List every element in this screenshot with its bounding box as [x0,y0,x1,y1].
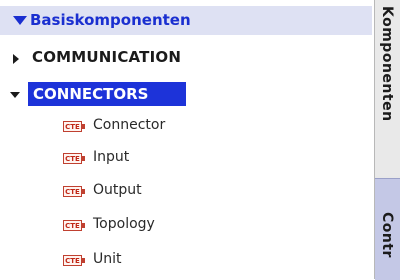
tree-item-label: Connector [93,117,166,133]
tree-node-connectors[interactable]: CONNECTORS [0,80,372,110]
expand-arrow-icon[interactable] [13,54,19,64]
selected-highlight[interactable]: CONNECTORS [28,82,186,106]
cte-block-icon: CTE [63,255,85,266]
tree-node-communication[interactable]: COMMUNICATION [0,43,372,73]
tree-item-topology[interactable]: CTE Topology [0,211,372,241]
collapse-arrow-icon[interactable] [10,92,20,98]
tree-item-label: Topology [93,216,155,232]
tree-item-label: Unit [93,251,122,267]
tree-item-unit[interactable]: CTE Unit [0,246,372,276]
tree-item-connector[interactable]: CTE Connector [0,112,372,142]
vertical-tab-strip: Komponenten Contr [374,0,400,280]
cte-block-icon: CTE [63,220,85,231]
tree-item-output[interactable]: CTE Output [0,177,372,207]
tree-item-label: Input [93,149,130,165]
section-title: Basiskomponenten [30,11,191,29]
cte-block-icon: CTE [63,186,85,197]
tab-label: Contr [379,212,395,258]
tree-item-label: Output [93,182,142,198]
collapse-arrow-icon[interactable] [13,16,27,25]
component-tree-panel: Basiskomponenten COMMUNICATION CONNECTOR… [0,0,374,279]
tab-contr[interactable]: Contr [375,178,400,280]
cte-block-icon: CTE [63,121,85,132]
tree-node-label: CONNECTORS [33,85,149,103]
tree-node-label: COMMUNICATION [32,48,182,66]
tree-item-input[interactable]: CTE Input [0,144,372,174]
tab-label: Komponenten [379,6,395,122]
tab-komponenten[interactable]: Komponenten [375,0,400,176]
section-header[interactable]: Basiskomponenten [0,6,372,35]
cte-block-icon: CTE [63,153,85,164]
